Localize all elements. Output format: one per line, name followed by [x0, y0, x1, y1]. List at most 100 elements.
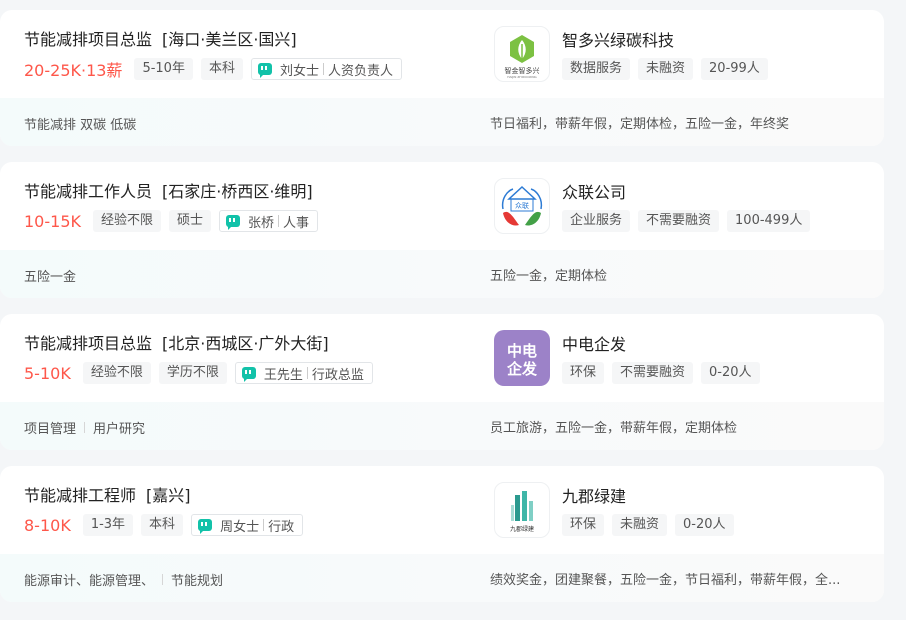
recruiter-chat-button[interactable]: 刘女士 人资负责人	[250, 58, 402, 80]
job-location: [海口·美兰区·国兴]	[162, 30, 297, 49]
funding-tag: 不需要融资	[638, 210, 720, 232]
skill-tag: 节能减排 双碳 低碳	[24, 118, 137, 133]
job-title[interactable]: 节能减排项目总监	[24, 30, 152, 49]
recruiter-name: 张桥	[248, 215, 275, 231]
divider	[162, 574, 164, 585]
skill-tag: 能源审计、能源管理、	[24, 574, 155, 589]
industry-tag: 数据服务	[562, 58, 631, 80]
welfare-text: 绩效奖金，团建聚餐，五险一金，节日福利，带薪年假，全...	[490, 573, 841, 588]
chat-icon	[226, 215, 241, 230]
company-logo[interactable]: 智金智多兴 HAIJIN ZHIDUOXING	[494, 26, 550, 82]
salary: 8-10K	[24, 515, 71, 535]
job-card[interactable]: 节能减排项目总监 [北京·西城区·广外大街] 5-10K 经验不限 学历不限 王先…	[0, 314, 884, 450]
job-location: [嘉兴]	[146, 486, 191, 505]
company-name[interactable]: 智多兴绿碳科技	[562, 27, 674, 51]
company-logo[interactable]: 众联	[494, 178, 550, 234]
company-tags: 环保 不需要融资 0-20人	[562, 362, 760, 384]
logo-subtext: HAIJIN ZHIDUOXING	[507, 75, 537, 79]
education-tag: 本科	[141, 514, 184, 536]
company-tags: 企业服务 不需要融资 100-499人	[562, 210, 811, 232]
salary: 10-15K	[24, 211, 81, 231]
job-card[interactable]: 节能减排工程师 [嘉兴] 8-10K 1-3年 本科 周女士 行政 九郡绿建 九…	[0, 466, 884, 602]
company-tags: 数据服务 未融资 20-99人	[562, 58, 768, 80]
recruiter-chat-button[interactable]: 张桥 人事	[219, 210, 319, 232]
divider	[306, 367, 308, 379]
job-card-footer: 项目管理 用户研究 员工旅游，五险一金，带薪年假，定期体检	[0, 402, 884, 450]
text-logo-icon: 中电 企发	[494, 330, 550, 386]
recruiter-name: 王先生	[263, 367, 303, 383]
skill-tag: 用户研究	[93, 422, 146, 437]
job-title-row[interactable]: 节能减排工程师 [嘉兴]	[24, 482, 191, 506]
job-title[interactable]: 节能减排项目总监	[24, 334, 152, 353]
size-tag: 0-20人	[701, 362, 760, 384]
logo-text: 九郡绿建	[510, 525, 534, 533]
education-tag: 学历不限	[158, 362, 227, 384]
job-list: 节能减排项目总监 [海口·美兰区·国兴] 20-25K·13薪 5-10年 本科 …	[0, 0, 906, 620]
job-meta: 20-25K·13薪 5-10年 本科 刘女士 人资负责人	[24, 58, 402, 80]
job-title-row[interactable]: 节能减排项目总监 [北京·西城区·广外大街]	[24, 330, 329, 354]
skill-tags: 能源审计、能源管理、 节能规划	[24, 570, 223, 589]
job-card[interactable]: 节能减排工作人员 [石家庄·桥西区·维明] 10-15K 经验不限 硕士 张桥 人…	[0, 162, 884, 298]
divider	[322, 63, 324, 75]
skill-tags: 节能减排 双碳 低碳	[24, 114, 136, 133]
skill-tag: 五险一金	[24, 270, 77, 285]
company-logo[interactable]: 九郡绿建	[494, 482, 550, 538]
recruiter-title: 人事	[283, 215, 310, 231]
skill-tags: 项目管理 用户研究	[24, 418, 145, 437]
size-tag: 100-499人	[727, 210, 811, 232]
welfare-text: 员工旅游，五险一金，带薪年假，定期体检	[490, 421, 738, 436]
building-logo-icon: 九郡绿建	[510, 491, 534, 533]
job-location: [北京·西城区·广外大街]	[162, 334, 329, 353]
welfare-text: 节日福利，带薪年假，定期体检，五险一金，年终奖	[490, 117, 790, 132]
salary: 5-10K	[24, 363, 71, 383]
industry-tag: 环保	[562, 514, 605, 536]
skill-tag: 项目管理	[24, 422, 77, 437]
job-title[interactable]: 节能减排工程师	[24, 486, 136, 505]
company-name[interactable]: 中电企发	[562, 331, 626, 355]
recruiter-chat-button[interactable]: 周女士 行政	[191, 514, 304, 536]
job-title-row[interactable]: 节能减排项目总监 [海口·美兰区·国兴]	[24, 26, 297, 50]
job-meta: 5-10K 经验不限 学历不限 王先生 行政总监	[24, 362, 373, 384]
funding-tag: 未融资	[612, 514, 668, 536]
funding-tag: 未融资	[638, 58, 694, 80]
welfare-text: 五险一金，定期体检	[490, 269, 608, 284]
job-title[interactable]: 节能减排工作人员	[24, 182, 152, 201]
chat-icon	[198, 519, 213, 534]
job-title-row[interactable]: 节能减排工作人员 [石家庄·桥西区·维明]	[24, 178, 313, 202]
recruiter-title: 行政	[268, 519, 295, 535]
chat-icon	[257, 63, 272, 78]
industry-tag: 企业服务	[562, 210, 631, 232]
job-card[interactable]: 节能减排项目总监 [海口·美兰区·国兴] 20-25K·13薪 5-10年 本科 …	[0, 10, 884, 146]
divider	[278, 215, 280, 227]
job-card-header: 节能减排工作人员 [石家庄·桥西区·维明] 10-15K 经验不限 硕士 张桥 人…	[0, 162, 884, 250]
job-card-footer: 节能减排 双碳 低碳 节日福利，带薪年假，定期体检，五险一金，年终奖	[0, 98, 884, 146]
company-logo[interactable]: 中电 企发	[494, 330, 550, 386]
skill-tags: 五险一金	[24, 266, 76, 285]
job-card-header: 节能减排工程师 [嘉兴] 8-10K 1-3年 本科 周女士 行政 九郡绿建 九…	[0, 466, 884, 554]
recruiter-title: 人资负责人	[327, 63, 393, 79]
company-name[interactable]: 九郡绿建	[562, 483, 626, 507]
logo-text-top: 中电	[507, 342, 537, 360]
job-card-footer: 能源审计、能源管理、 节能规划 绩效奖金，团建聚餐，五险一金，节日福利，带薪年假…	[0, 554, 884, 602]
logo-text: 智金智多兴	[505, 66, 540, 75]
company-tags: 环保 未融资 0-20人	[562, 514, 734, 536]
logo-text-bottom: 企发	[506, 360, 538, 378]
job-card-header: 节能减排项目总监 [海口·美兰区·国兴] 20-25K·13薪 5-10年 本科 …	[0, 10, 884, 98]
job-card-header: 节能减排项目总监 [北京·西城区·广外大街] 5-10K 经验不限 学历不限 王先…	[0, 314, 884, 402]
skill-tag: 节能规划	[171, 574, 224, 589]
experience-tag: 5-10年	[134, 58, 193, 80]
recruiter-chat-button[interactable]: 王先生 行政总监	[234, 362, 373, 384]
recruiter-title: 行政总监	[311, 367, 364, 383]
divider	[84, 422, 86, 433]
recruiter-name: 刘女士	[279, 63, 319, 79]
divider	[263, 519, 265, 531]
hands-globe-logo-icon: 众联	[501, 185, 543, 226]
industry-tag: 环保	[562, 362, 605, 384]
chat-icon	[241, 367, 256, 382]
size-tag: 0-20人	[675, 514, 734, 536]
company-name[interactable]: 众联公司	[562, 179, 626, 203]
leaf-logo-icon: 智金智多兴 HAIJIN ZHIDUOXING	[505, 35, 540, 79]
recruiter-name: 周女士	[220, 519, 260, 535]
experience-tag: 经验不限	[92, 210, 161, 232]
education-tag: 本科	[200, 58, 243, 80]
